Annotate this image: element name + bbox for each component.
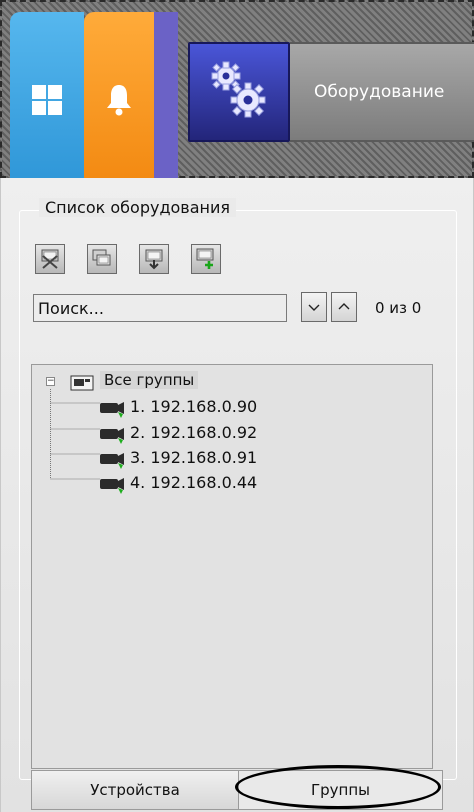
- search-result-counter: 0 из 0: [375, 299, 422, 317]
- remove-device-button[interactable]: [35, 244, 65, 274]
- collapse-toggle[interactable]: −: [46, 377, 55, 386]
- equipment-label: Оборудование: [314, 82, 445, 102]
- tree-root-label: Все группы: [100, 371, 199, 389]
- settings-button[interactable]: [188, 42, 290, 142]
- equipment-list-title: Список оборудования: [39, 198, 237, 217]
- move-device-button[interactable]: [139, 244, 169, 274]
- chevron-down-icon: [308, 304, 320, 311]
- camera-2-label: 2. 192.168.0.92: [130, 423, 258, 442]
- camera-1-label: 1. 192.168.0.90: [130, 397, 258, 416]
- bell-icon: [104, 83, 134, 121]
- top-menu-bar: Оборудование: [0, 0, 474, 180]
- camera-4-label: 4. 192.168.0.44: [130, 473, 258, 492]
- chevron-up-icon: [338, 303, 350, 310]
- notifications-tile[interactable]: [84, 12, 154, 180]
- menu-tab-strip[interactable]: [154, 12, 178, 180]
- windows-icon: [32, 85, 62, 119]
- tab-groups[interactable]: Группы: [239, 770, 443, 810]
- tab-devices[interactable]: Устройства: [31, 770, 239, 810]
- camera-icon: [100, 428, 124, 444]
- camera-icon: [100, 478, 124, 494]
- copy-device-button[interactable]: [87, 244, 117, 274]
- add-device-button[interactable]: [191, 244, 221, 274]
- equipment-tree[interactable]: − Все группы 1. 192.168.0.90 2. 192.168.…: [31, 364, 433, 769]
- remove-device-icon: [41, 249, 59, 269]
- add-device-icon: [196, 248, 214, 269]
- equipment-button[interactable]: Оборудование: [290, 42, 474, 142]
- windows-tile[interactable]: [10, 12, 84, 180]
- group-icon: [70, 375, 94, 391]
- camera-3-label: 3. 192.168.0.91: [130, 448, 258, 467]
- copy-device-icon: [92, 249, 111, 266]
- move-device-icon: [145, 249, 163, 270]
- camera-icon: [100, 402, 124, 418]
- gears-icon: [211, 61, 266, 118]
- equipment-panel: Список оборудования Поиск... 0 из 0 − Вс…: [0, 178, 474, 812]
- search-prev-button[interactable]: [331, 292, 357, 322]
- camera-icon: [100, 453, 124, 469]
- search-input[interactable]: [33, 294, 287, 322]
- search-next-button[interactable]: [301, 292, 327, 322]
